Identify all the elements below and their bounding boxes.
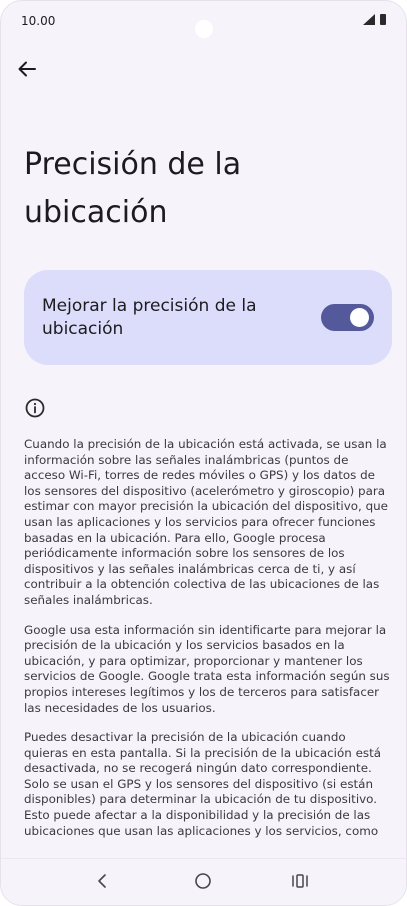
info-paragraph: Google usa esta información sin identifi… <box>24 622 390 715</box>
status-time: 10.00 <box>21 14 56 28</box>
page-title: Precisión de la ubicación <box>24 147 242 230</box>
info-paragraph: Puedes desactivar la precisión de la ubi… <box>24 730 382 838</box>
nav-recents-button[interactable] <box>288 869 312 893</box>
nav-home-button[interactable] <box>191 869 215 893</box>
status-bar: 10.00 <box>1 1 406 41</box>
info-icon <box>25 398 45 418</box>
navigation-bar <box>1 858 406 905</box>
location-accuracy-switch[interactable] <box>321 304 374 331</box>
arrow-back-icon <box>18 61 36 77</box>
battery-icon <box>380 14 386 25</box>
signal-icon <box>363 14 375 25</box>
location-accuracy-toggle-card[interactable]: Mejorar la precisión de la ubicación <box>24 270 392 365</box>
nav-recents-icon <box>292 874 308 888</box>
nav-back-button[interactable] <box>90 869 114 893</box>
info-paragraph: Cuando la precisión de la ubicación está… <box>24 437 388 607</box>
nav-home-icon <box>195 873 211 889</box>
nav-back-icon <box>98 874 106 888</box>
camera-cutout <box>195 20 213 38</box>
toggle-label: Mejorar la precisión de la ubicación <box>42 296 257 339</box>
back-button[interactable] <box>15 57 39 81</box>
status-icons <box>363 14 386 25</box>
info-text: Cuando la precisión de la ubicación está… <box>24 437 392 853</box>
phone-screen: 10.00 Precisión de la ubicación Mejorar … <box>0 0 407 906</box>
switch-thumb <box>350 308 369 327</box>
